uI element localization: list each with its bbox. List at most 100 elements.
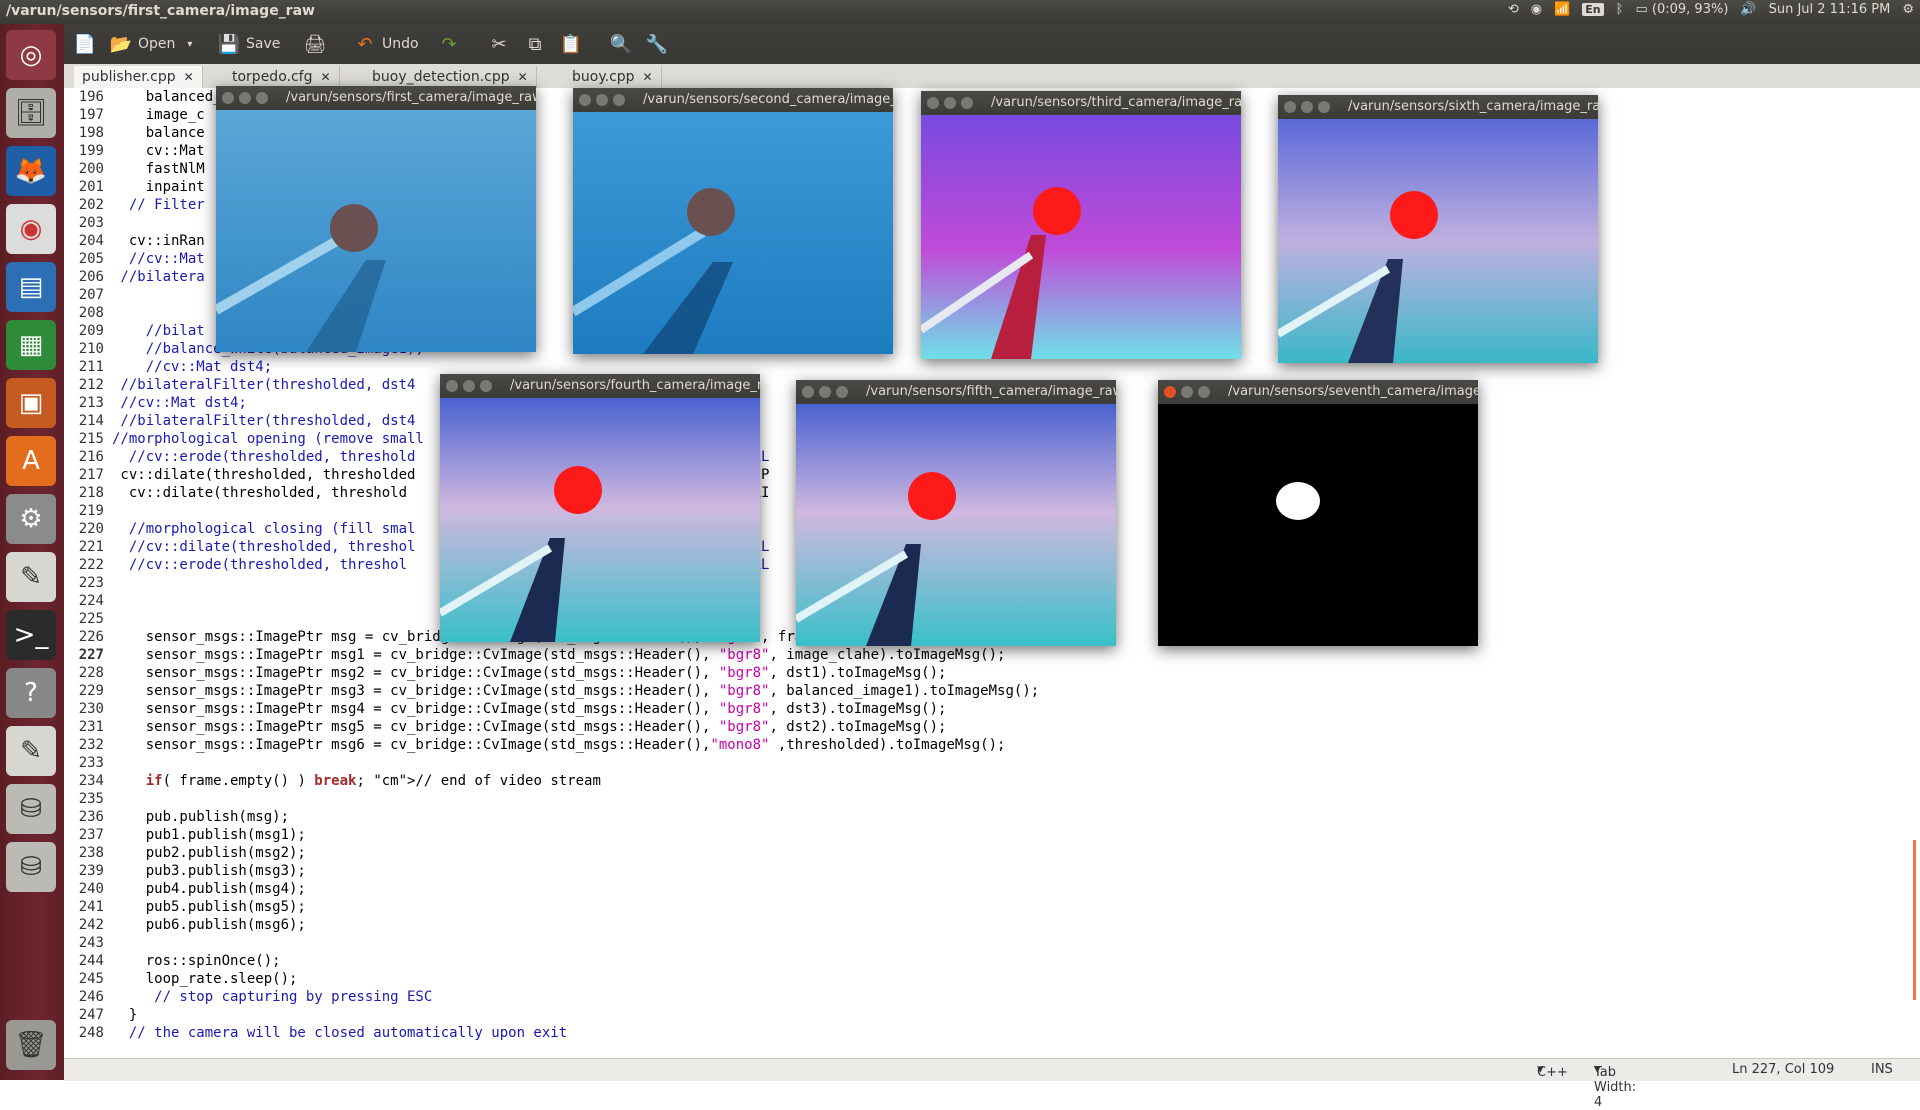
window-titlebar[interactable]: /varun/sensors/seventh_camera/image_raw xyxy=(1158,380,1478,404)
close-icon[interactable]: ✕ xyxy=(643,70,653,84)
close-icon[interactable] xyxy=(222,92,234,104)
drive-2-icon[interactable]: ⛁ xyxy=(6,842,56,892)
firefox-icon[interactable]: 🦊 xyxy=(6,146,56,196)
redo-button[interactable]: ↷ xyxy=(438,32,460,56)
impress-icon[interactable]: ▣ xyxy=(6,378,56,428)
code-line[interactable]: pub6.publish(msg6); xyxy=(112,916,1892,934)
code-line[interactable]: sensor_msgs::ImagePtr msg2 = cv_bridge::… xyxy=(112,664,1892,682)
paste-button[interactable]: 📋 xyxy=(560,32,582,56)
files-icon[interactable]: 🗄 xyxy=(6,88,56,138)
undo-button[interactable]: ↶ Undo xyxy=(354,32,418,56)
minimize-icon[interactable] xyxy=(239,92,251,104)
code-line[interactable]: sensor_msgs::ImagePtr msg6 = cv_bridge::… xyxy=(112,736,1892,754)
chrome-launcher-icon[interactable]: ◉ xyxy=(6,204,56,254)
code-line[interactable]: if( frame.empty() ) break; "cm">// end o… xyxy=(112,772,1892,790)
bluetooth-icon[interactable]: ᛒ xyxy=(1616,2,1624,17)
window-titlebar[interactable]: /varun/sensors/third_camera/image_raw xyxy=(921,91,1241,115)
code-line[interactable]: sensor_msgs::ImagePtr msg4 = cv_bridge::… xyxy=(112,700,1892,718)
code-line[interactable]: pub.publish(msg); xyxy=(112,808,1892,826)
code-line[interactable]: sensor_msgs::ImagePtr msg5 = cv_bridge::… xyxy=(112,718,1892,736)
maximize-icon[interactable] xyxy=(961,97,973,109)
minimize-icon[interactable] xyxy=(1181,386,1193,398)
gear-icon[interactable]: ⚙ xyxy=(1902,2,1914,17)
code-line[interactable]: sensor_msgs::ImagePtr msg1 = cv_bridge::… xyxy=(112,646,1892,664)
maximize-icon[interactable] xyxy=(1318,101,1330,113)
minimize-icon[interactable] xyxy=(463,380,475,392)
camera-window-fifth[interactable]: /varun/sensors/fifth_camera/image_raw xyxy=(796,380,1116,646)
code-line[interactable]: // stop capturing by pressing ESC xyxy=(112,988,1892,1006)
minimize-icon[interactable] xyxy=(819,386,831,398)
chevron-down-icon[interactable]: ▾ xyxy=(187,39,192,50)
clock[interactable]: Sun Jul 2 11:16 PM xyxy=(1769,2,1891,17)
camera-window-third[interactable]: /varun/sensors/third_camera/image_raw xyxy=(921,91,1241,359)
maximize-icon[interactable] xyxy=(1198,386,1210,398)
text-editor-icon[interactable]: ✎ xyxy=(6,552,56,602)
text-editor-2-icon[interactable]: ✎ xyxy=(6,726,56,776)
code-line[interactable]: ros::spinOnce(); xyxy=(112,952,1892,970)
maximize-icon[interactable] xyxy=(256,92,268,104)
code-line[interactable]: pub5.publish(msg5); xyxy=(112,898,1892,916)
close-icon[interactable] xyxy=(446,380,458,392)
maximize-icon[interactable] xyxy=(480,380,492,392)
camera-window-fourth[interactable]: /varun/sensors/fourth_camera/image_raw xyxy=(440,374,760,642)
code-line[interactable] xyxy=(112,754,1892,772)
system-settings-icon[interactable]: ⚙ xyxy=(6,494,56,544)
code-line[interactable]: pub2.publish(msg2); xyxy=(112,844,1892,862)
cut-button[interactable]: ✂ xyxy=(488,32,510,56)
code-line[interactable]: pub4.publish(msg4); xyxy=(112,880,1892,898)
close-icon[interactable] xyxy=(927,97,939,109)
help-icon[interactable]: ? xyxy=(6,668,56,718)
dash-ubuntu-icon[interactable]: ◎ xyxy=(6,30,56,80)
wifi-icon[interactable]: 📶 xyxy=(1554,2,1570,17)
volume-icon[interactable]: 🔊 xyxy=(1740,2,1756,17)
chrome-icon[interactable]: ◉ xyxy=(1531,2,1542,17)
open-button[interactable]: 📂 Open ▾ xyxy=(110,32,193,56)
replace-button[interactable]: 🔧 xyxy=(646,32,668,56)
minimize-icon[interactable] xyxy=(596,94,608,106)
drive-icon[interactable]: ⛁ xyxy=(6,784,56,834)
tab-buoy[interactable]: buoy.cpp ✕ xyxy=(564,66,662,88)
close-icon[interactable] xyxy=(1164,386,1176,398)
camera-window-first[interactable]: /varun/sensors/first_camera/image_raw xyxy=(216,86,536,352)
close-icon[interactable] xyxy=(1284,101,1296,113)
software-center-icon[interactable]: A xyxy=(6,436,56,486)
camera-window-seventh[interactable]: /varun/sensors/seventh_camera/image_raw xyxy=(1158,380,1478,646)
tab-torpedo[interactable]: torpedo.cfg ✕ xyxy=(224,66,340,88)
scrollbar-indicator[interactable] xyxy=(1913,840,1916,1000)
dropbox-icon[interactable]: ⟲ xyxy=(1508,2,1519,17)
writer-icon[interactable]: ▤ xyxy=(6,262,56,312)
camera-window-sixth[interactable]: /varun/sensors/sixth_camera/image_raw xyxy=(1278,95,1598,363)
new-button[interactable]: 📄 xyxy=(74,32,96,56)
battery-indicator[interactable]: ▭ (0:09, 93%) xyxy=(1635,2,1728,17)
code-line[interactable]: } xyxy=(112,1006,1892,1024)
tab-publisher[interactable]: publisher.cpp ✕ xyxy=(74,66,203,88)
window-titlebar[interactable]: /varun/sensors/fourth_camera/image_raw xyxy=(440,374,760,398)
camera-window-second[interactable]: /varun/sensors/second_camera/image_raw xyxy=(573,88,893,354)
code-line[interactable] xyxy=(112,934,1892,952)
code-line[interactable] xyxy=(112,790,1892,808)
tab-buoy-detection[interactable]: buoy_detection.cpp ✕ xyxy=(364,66,537,88)
window-titlebar[interactable]: /varun/sensors/second_camera/image_raw xyxy=(573,88,893,112)
close-icon[interactable]: ✕ xyxy=(320,70,330,84)
maximize-icon[interactable] xyxy=(613,94,625,106)
save-button[interactable]: 💾 Save xyxy=(218,32,281,56)
language-selector[interactable]: C++ ▾ xyxy=(1537,1062,1568,1080)
print-button[interactable]: 🖨 xyxy=(304,32,327,56)
minimize-icon[interactable] xyxy=(944,97,956,109)
keyboard-layout[interactable]: En xyxy=(1582,3,1604,16)
code-line[interactable]: sensor_msgs::ImagePtr msg3 = cv_bridge::… xyxy=(112,682,1892,700)
close-icon[interactable]: ✕ xyxy=(184,70,194,84)
code-line[interactable]: pub1.publish(msg1); xyxy=(112,826,1892,844)
tab-width-selector[interactable]: Tab Width: 4 ▾ xyxy=(1594,1062,1636,1110)
calc-icon[interactable]: ▦ xyxy=(6,320,56,370)
code-line[interactable]: // the camera will be closed automatical… xyxy=(112,1024,1892,1042)
close-icon[interactable]: ✕ xyxy=(518,70,528,84)
copy-button[interactable]: ⧉ xyxy=(524,32,546,56)
close-icon[interactable] xyxy=(579,94,591,106)
trash-icon[interactable]: 🗑 xyxy=(6,1020,56,1070)
window-titlebar[interactable]: /varun/sensors/first_camera/image_raw xyxy=(216,86,536,110)
code-line[interactable]: loop_rate.sleep(); xyxy=(112,970,1892,988)
terminal-icon[interactable]: >_ xyxy=(6,610,56,660)
close-icon[interactable] xyxy=(802,386,814,398)
window-titlebar[interactable]: /varun/sensors/sixth_camera/image_raw xyxy=(1278,95,1598,119)
